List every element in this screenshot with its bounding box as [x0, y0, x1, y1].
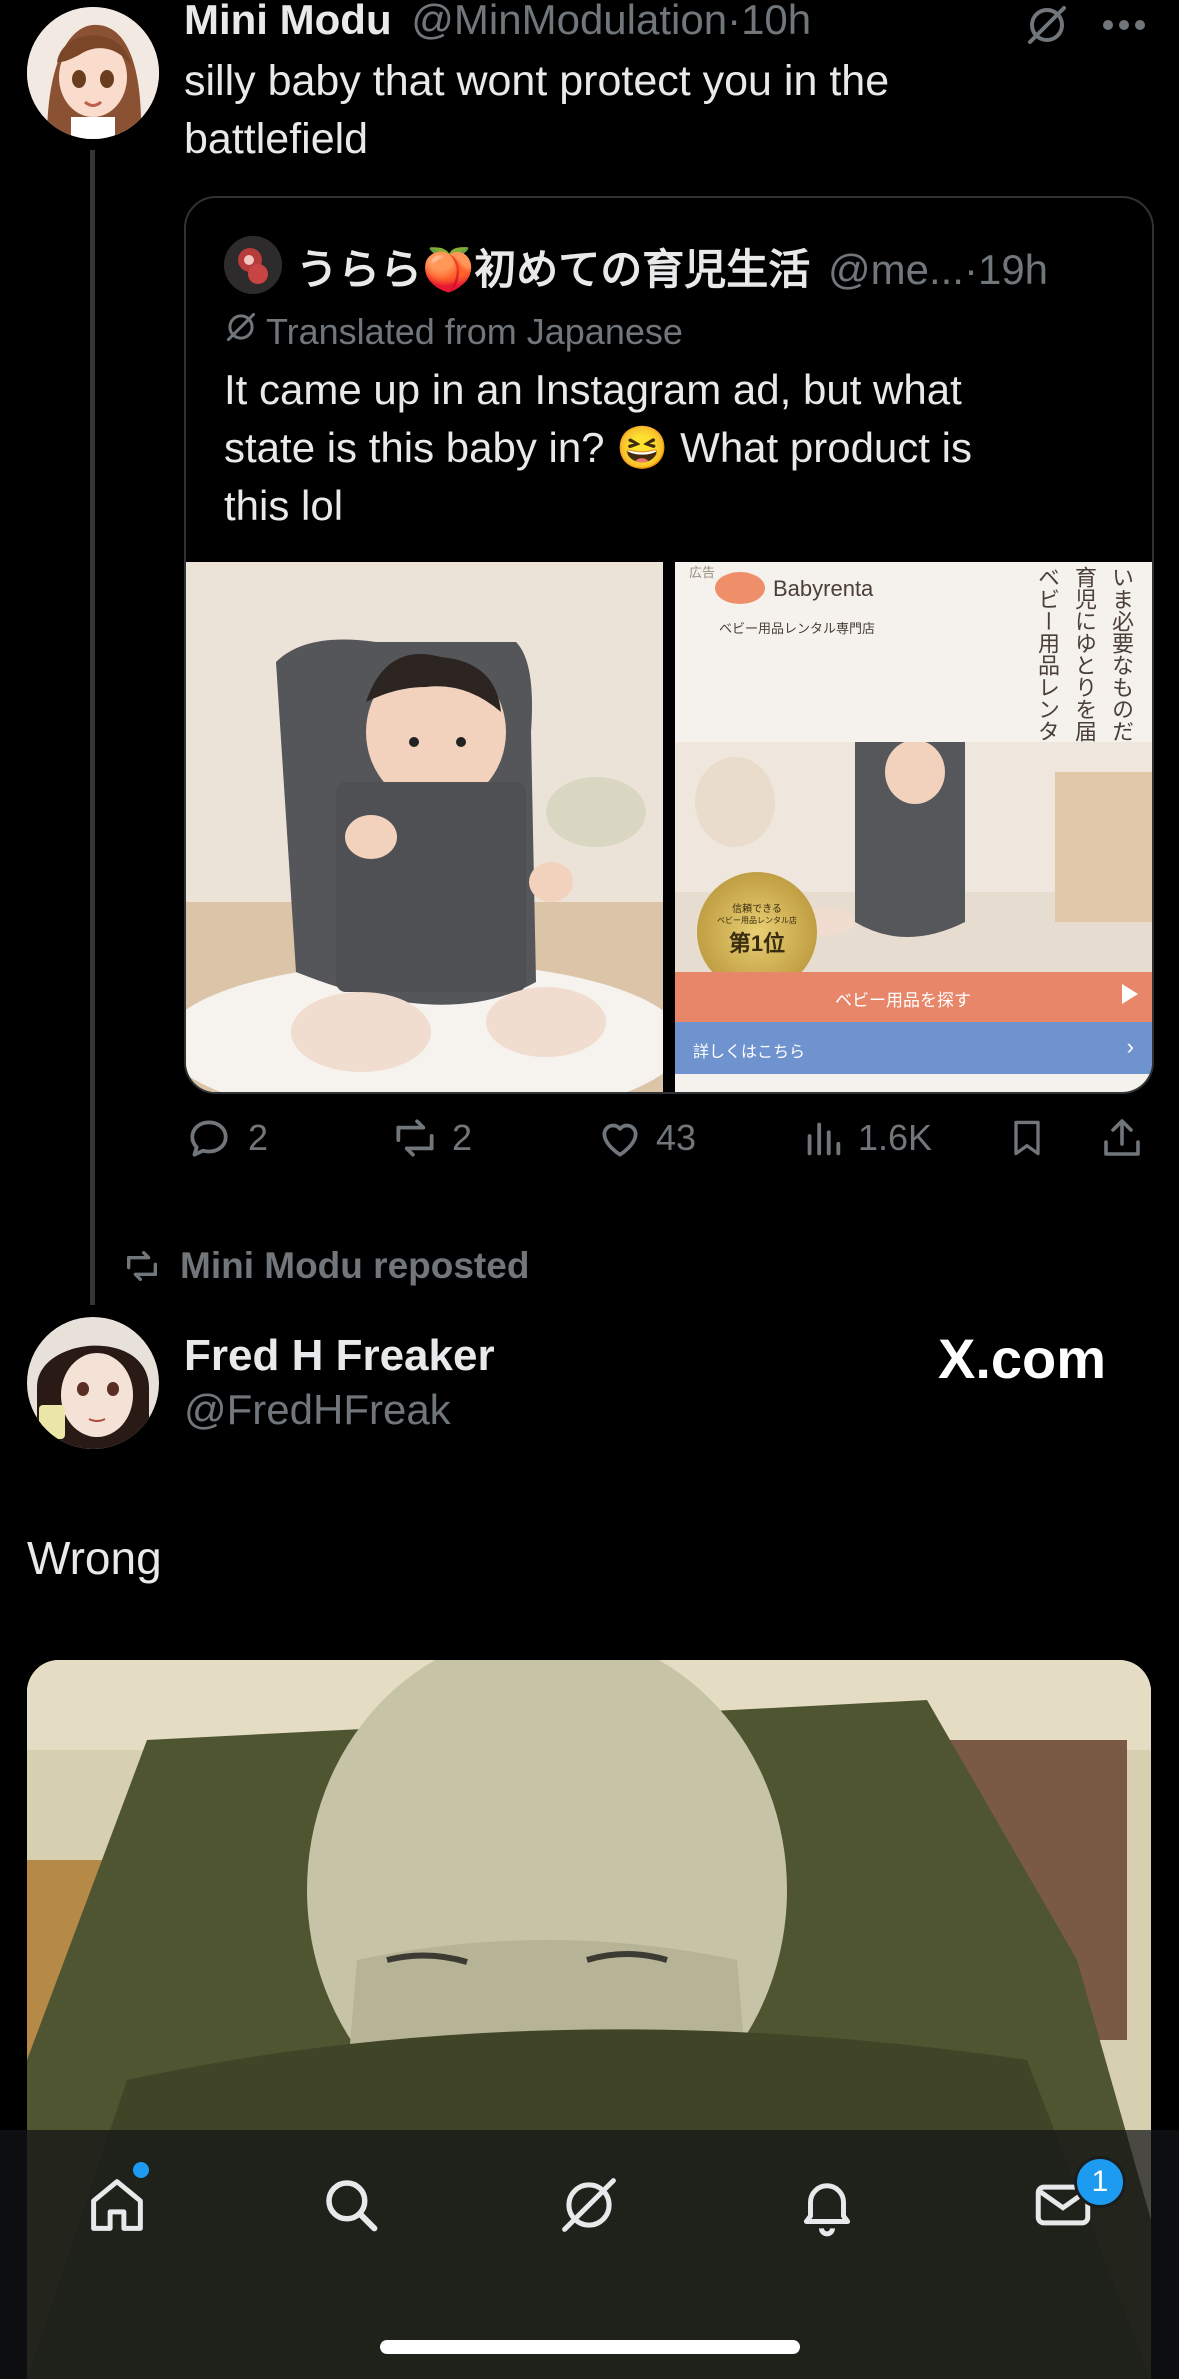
more-dots-icon[interactable] — [1102, 18, 1146, 36]
repost-icon — [396, 1119, 434, 1157]
quote-text-line: It came up in an Instagram ad, but what — [224, 366, 962, 413]
medal-text: ベビー用品レンタル店 — [717, 916, 797, 925]
author-handle[interactable]: @FredHFreak — [184, 1386, 451, 1434]
post-text-line: battlefield — [184, 115, 369, 163]
bookmark-icon — [1014, 1120, 1040, 1156]
quote-header: うらら🍑初めての育児生活 @me...·19h — [296, 236, 1048, 297]
view-count: 1.6K — [858, 1117, 933, 1158]
share-icon — [1104, 1119, 1140, 1156]
ad-brand: Babyrenta — [773, 576, 874, 601]
avatar[interactable] — [27, 7, 159, 139]
post-time: 19h — [977, 246, 1049, 293]
author-name[interactable]: Fred H Freaker — [184, 1331, 495, 1381]
reply-count: 2 — [248, 1117, 269, 1158]
avatar — [224, 236, 282, 294]
home-indicator[interactable] — [380, 2340, 800, 2354]
views-button[interactable]: 1.6K — [800, 1113, 932, 1163]
like-count: 43 — [656, 1117, 697, 1158]
search-icon[interactable] — [318, 2172, 384, 2243]
translated-label: Translated from Japanese — [224, 310, 683, 353]
thread-connector-line — [90, 150, 95, 1305]
post-text: Wrong — [27, 1532, 162, 1584]
reply-button[interactable]: 2 — [184, 1113, 268, 1163]
medal-text: 第1位 — [728, 931, 786, 956]
ad-details-label: 詳しくはこちら — [693, 1044, 806, 1061]
quoted-post-card[interactable]: うらら🍑初めての育児生活 @me...·19h Translated from … — [184, 196, 1154, 1094]
xcom-watermark: X.com — [938, 1327, 1107, 1390]
grok-icon[interactable] — [556, 2172, 622, 2243]
like-button[interactable]: 43 — [594, 1113, 696, 1163]
repost-icon — [126, 1251, 157, 1281]
grok-icon — [224, 310, 258, 353]
post-text-line: silly baby that wont protect you in the — [184, 57, 890, 105]
post-header: Mini Modu @MinModulation·10h — [184, 0, 811, 44]
quote-text-line: state is this baby in? 😆 What product is — [224, 424, 972, 471]
ad-details-button[interactable]: 詳しくはこちら › — [675, 1022, 1152, 1074]
home-unread-dot — [133, 2162, 149, 2178]
repost-count: 2 — [452, 1117, 473, 1158]
ad-search-button[interactable]: ベビー用品を探す — [675, 972, 1152, 1022]
bookmark-button[interactable] — [1005, 1113, 1049, 1163]
author-name: うらら🍑初めての育児生活 — [296, 246, 811, 293]
home-icon[interactable] — [84, 2172, 150, 2243]
chevron-right-icon: › — [1126, 1034, 1134, 1059]
baby-carrier-photo[interactable] — [186, 562, 663, 1092]
ad-search-label: ベビー用品を探す — [835, 991, 971, 1010]
translated-label-text: Translated from Japanese — [266, 310, 683, 352]
author-name[interactable]: Mini Modu — [184, 0, 392, 43]
author-handle: @me... — [827, 246, 964, 293]
separator: · — [727, 0, 742, 43]
brand-logo-icon — [715, 572, 765, 604]
heart-icon — [602, 1123, 638, 1157]
ad-subtitle: ベビー用品レンタル専門店 — [719, 621, 876, 636]
messages-badge: 1 — [1074, 2156, 1126, 2208]
quote-text-line: this lol — [224, 482, 344, 529]
ad-tag: 広告 — [689, 565, 716, 580]
grok-icon[interactable] — [1024, 2, 1070, 53]
repost-banner-text: Mini Modu reposted — [180, 1245, 530, 1286]
repost-button[interactable]: 2 — [388, 1113, 472, 1163]
notifications-icon[interactable] — [794, 2172, 860, 2243]
separator: · — [963, 246, 978, 293]
post-time[interactable]: 10h — [741, 0, 811, 43]
babyrenta-ad-image[interactable]: 広告 Babyrenta ベビー用品レンタル専門店 いま必要なものだけ。 育児に… — [675, 562, 1152, 1092]
views-icon — [807, 1122, 841, 1156]
play-icon — [1122, 984, 1138, 1004]
repost-banner[interactable]: Mini Modu reposted — [118, 1245, 529, 1287]
medal-text: 信頼できる — [732, 904, 782, 915]
avatar[interactable] — [27, 1317, 159, 1449]
reply-icon — [190, 1120, 228, 1157]
author-handle[interactable]: @MinModulation — [411, 0, 727, 43]
share-button[interactable] — [1098, 1113, 1146, 1163]
